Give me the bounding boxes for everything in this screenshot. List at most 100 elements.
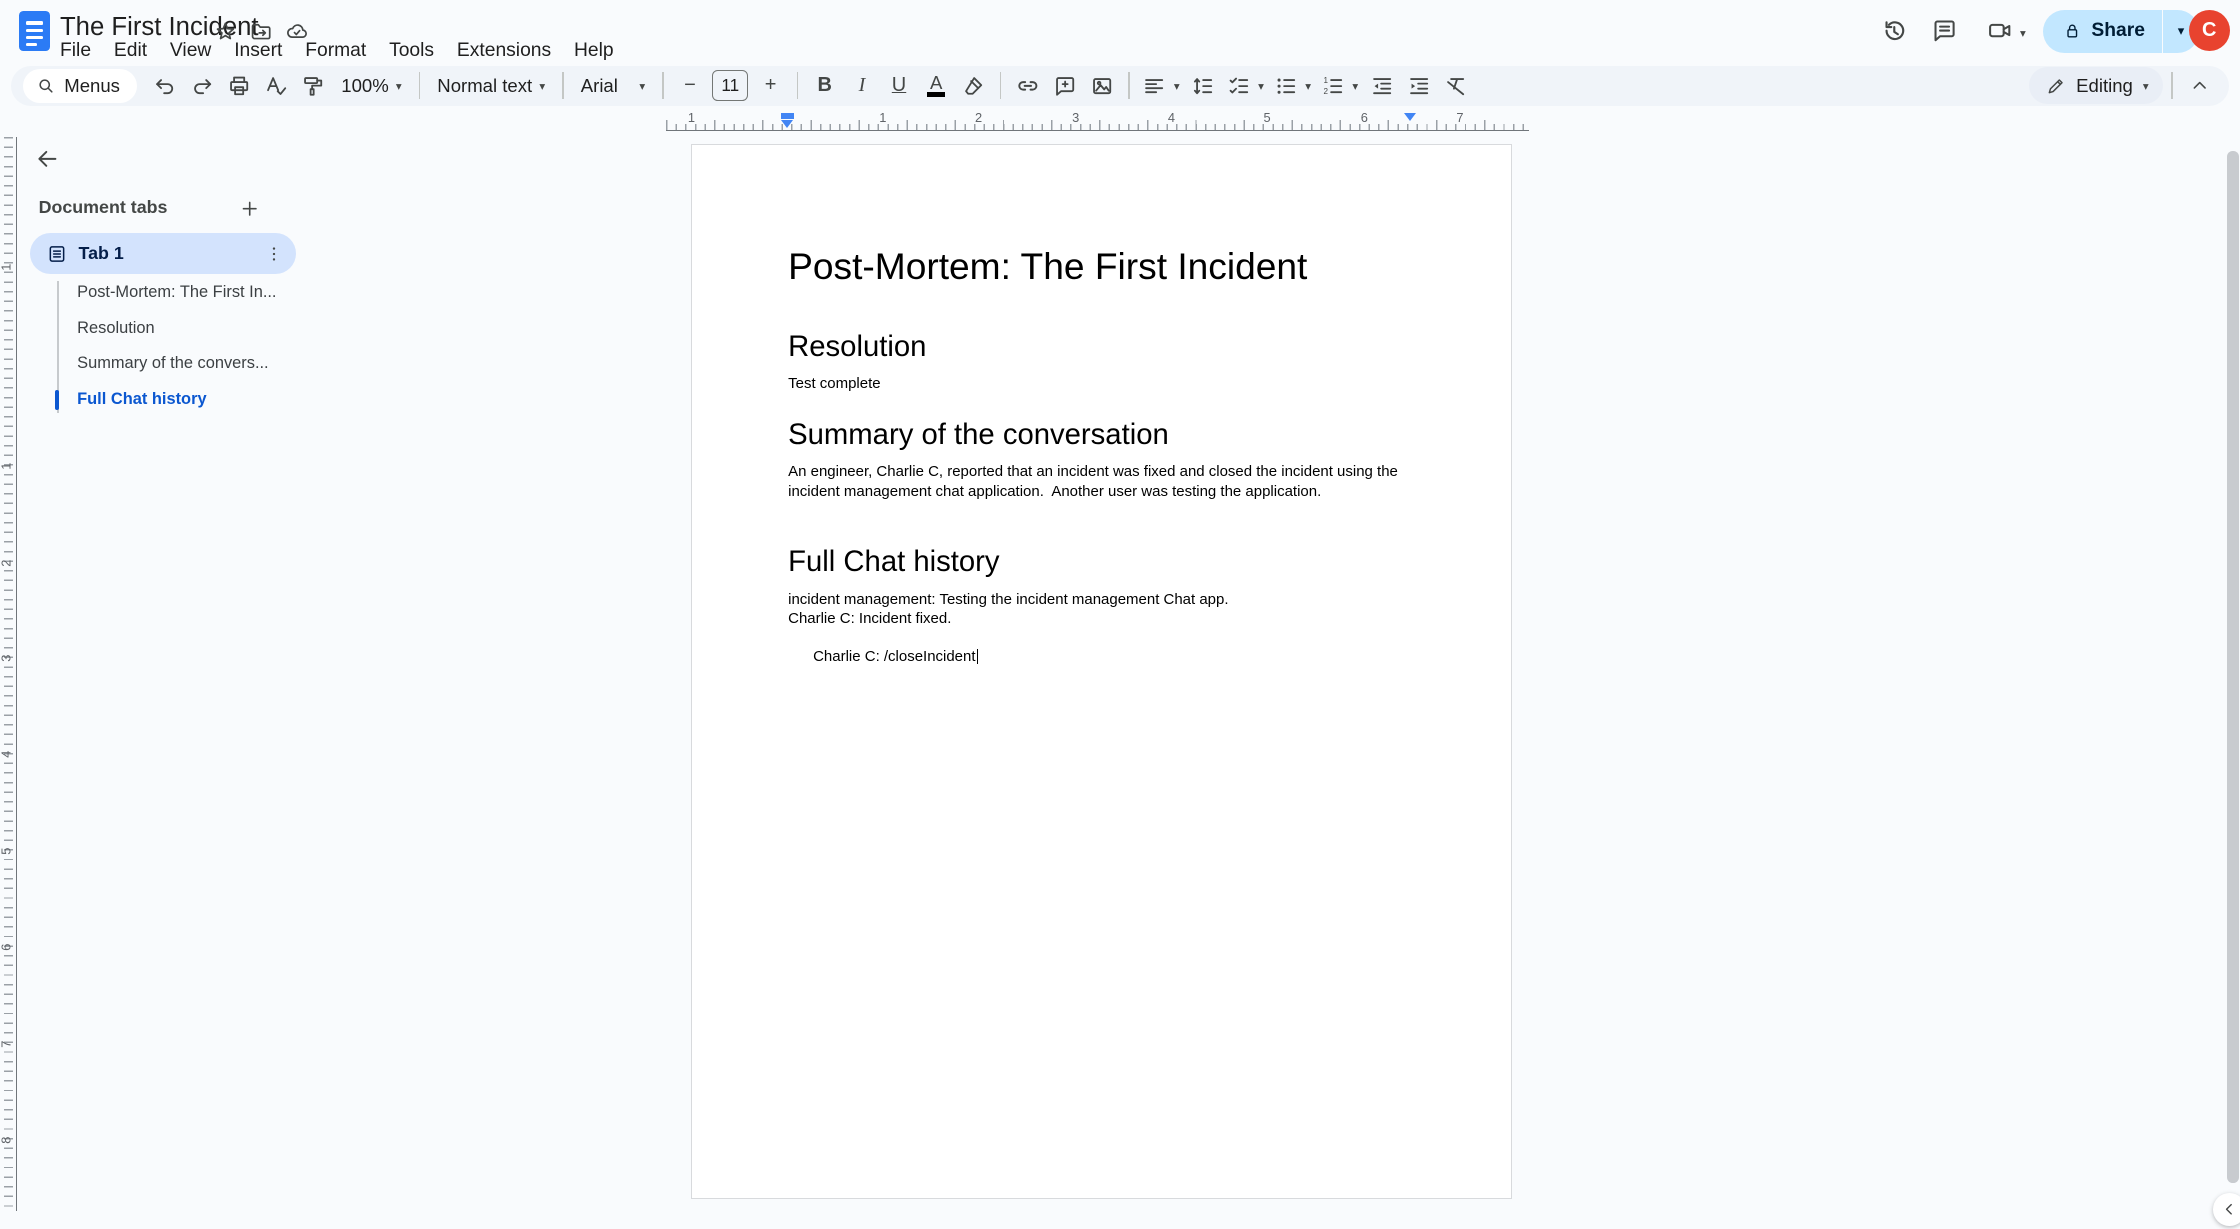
tab-options-kebab-icon[interactable]: [264, 244, 284, 264]
menus-search-button[interactable]: Menus: [23, 69, 137, 103]
ruler-number: 2: [0, 554, 13, 571]
increase-font-size-button[interactable]: +: [753, 68, 789, 104]
font-family-select[interactable]: Arial ▾: [572, 69, 653, 103]
add-comment-button[interactable]: [1047, 68, 1083, 104]
ruler-number: 3: [0, 650, 13, 667]
version-history-icon[interactable]: [1880, 17, 1909, 46]
editing-mode-select[interactable]: Editing ▾: [2029, 67, 2163, 104]
ruler-number: 5: [1259, 110, 1276, 125]
doc-heading-resolution[interactable]: Resolution: [788, 330, 926, 364]
editing-mode-label: Editing: [2076, 75, 2133, 97]
doc-paragraph[interactable]: incident management: Testing the inciden…: [788, 590, 1414, 609]
clear-formatting-button[interactable]: [1438, 68, 1474, 104]
share-button-main[interactable]: Share: [2043, 10, 2162, 53]
menu-view[interactable]: View: [159, 37, 223, 65]
text-cursor: [977, 649, 978, 665]
vertical-scrollbar[interactable]: [2227, 151, 2238, 1182]
right-indent-marker[interactable]: [1404, 113, 1416, 121]
doc-heading-summary[interactable]: Summary of the conversation: [788, 418, 1169, 452]
doc-paragraph[interactable]: An engineer, Charlie C, reported that an…: [788, 462, 1414, 501]
underline-button[interactable]: U: [881, 68, 917, 104]
chevron-left-icon: [2220, 1200, 2239, 1219]
numbered-list-button[interactable]: 12 ▾: [1317, 69, 1363, 103]
decrease-font-size-button[interactable]: −: [672, 68, 708, 104]
redo-button[interactable]: [184, 68, 220, 104]
print-button[interactable]: [221, 68, 257, 104]
ruler-number: 5: [0, 843, 13, 860]
undo-button[interactable]: [147, 68, 183, 104]
doc-heading-title[interactable]: Post-Mortem: The First Incident: [788, 245, 1307, 288]
comments-icon[interactable]: [1931, 17, 1958, 44]
decrease-indent-button[interactable]: [1364, 68, 1400, 104]
ruler-number: 7: [0, 1036, 13, 1053]
outline-item-resolution[interactable]: Resolution: [77, 319, 334, 339]
menu-tools[interactable]: Tools: [378, 37, 446, 65]
ruler-number: 8: [0, 1131, 13, 1148]
doc-paragraph[interactable]: Test complete: [788, 374, 1414, 393]
spellcheck-button[interactable]: [258, 68, 294, 104]
doc-paragraph[interactable]: Charlie C: /closeIncident: [788, 628, 1414, 686]
bulleted-list-button[interactable]: ▾: [1270, 69, 1316, 103]
menu-extensions[interactable]: Extensions: [445, 37, 562, 65]
paint-format-button[interactable]: [296, 68, 332, 104]
menu-file[interactable]: File: [49, 37, 103, 65]
font-size-input[interactable]: 11: [712, 70, 748, 101]
document-page[interactable]: Post-Mortem: The First Incident Resoluti…: [691, 144, 1512, 1199]
ruler-number: 1: [0, 457, 13, 474]
doc-paragraph[interactable]: Charlie C: Incident fixed.: [788, 609, 1414, 628]
outline-item-summary[interactable]: Summary of the convers...: [77, 354, 334, 374]
back-button[interactable]: [29, 140, 66, 177]
ruler-baseline: [16, 137, 17, 1211]
align-caret-icon: ▾: [1174, 79, 1180, 93]
pencil-icon: [2046, 76, 2066, 96]
doc-heading-full-chat[interactable]: Full Chat history: [788, 545, 999, 579]
add-tab-button[interactable]: [234, 193, 265, 224]
line-spacing-button[interactable]: [1185, 68, 1221, 104]
menu-format[interactable]: Format: [294, 37, 378, 65]
svg-text:1: 1: [1324, 76, 1329, 85]
ruler-number: 1: [874, 110, 891, 125]
insert-image-button[interactable]: [1084, 68, 1120, 104]
align-button[interactable]: ▾: [1138, 69, 1184, 103]
toolbar-divider: [797, 72, 798, 99]
zoom-select[interactable]: 100% ▾: [333, 69, 410, 103]
docs-logo-icon[interactable]: [19, 11, 50, 51]
increase-indent-button[interactable]: [1401, 68, 1437, 104]
toolbar-divider: [2171, 72, 2172, 99]
hide-menus-button[interactable]: [2181, 68, 2217, 104]
font-family-value: Arial: [581, 75, 618, 97]
ruler-number: 4: [0, 746, 13, 763]
show-side-panel-button[interactable]: [2213, 1193, 2240, 1226]
bold-button[interactable]: B: [807, 68, 843, 104]
highlight-color-button[interactable]: [955, 68, 991, 104]
horizontal-ruler: 1 1 2 3 4 5 6 7: [0, 111, 2240, 132]
outline-item-full-chat-history[interactable]: Full Chat history: [77, 390, 334, 410]
ruler-number: 7: [1451, 110, 1468, 125]
doc-paragraph-text: Charlie C: /closeIncident: [813, 648, 975, 665]
toolbar-divider: [1128, 72, 1129, 99]
paragraph-style-select[interactable]: Normal text ▾: [429, 69, 554, 103]
text-color-button[interactable]: A: [918, 68, 954, 104]
paragraph-style-value: Normal text: [437, 75, 532, 97]
ruler-baseline: [666, 130, 1529, 131]
zoom-caret-icon: ▾: [396, 79, 402, 93]
video-call-icon[interactable]: [1986, 17, 2015, 44]
menu-insert[interactable]: Insert: [223, 37, 294, 65]
outline-item-post-mortem[interactable]: Post-Mortem: The First In...: [77, 283, 334, 303]
video-call-caret-icon[interactable]: ▾: [2020, 26, 2026, 40]
mode-caret-icon: ▾: [2143, 79, 2149, 93]
share-button[interactable]: Share ▾: [2043, 10, 2199, 53]
italic-button[interactable]: I: [844, 68, 880, 104]
sidebar-tab-1[interactable]: Tab 1: [30, 233, 296, 274]
insert-link-button[interactable]: [1010, 68, 1046, 104]
menu-help[interactable]: Help: [563, 37, 625, 65]
menu-edit[interactable]: Edit: [102, 37, 158, 65]
left-indent-marker[interactable]: [781, 120, 793, 128]
toolbar-divider: [419, 72, 420, 99]
account-avatar[interactable]: C: [2189, 10, 2230, 51]
toolbar-divider: [1000, 72, 1001, 99]
toolbar-divider: [662, 72, 663, 99]
font-caret-icon: ▾: [639, 79, 645, 93]
first-line-indent-marker[interactable]: [781, 113, 794, 119]
checklist-button[interactable]: ▾: [1222, 69, 1268, 103]
